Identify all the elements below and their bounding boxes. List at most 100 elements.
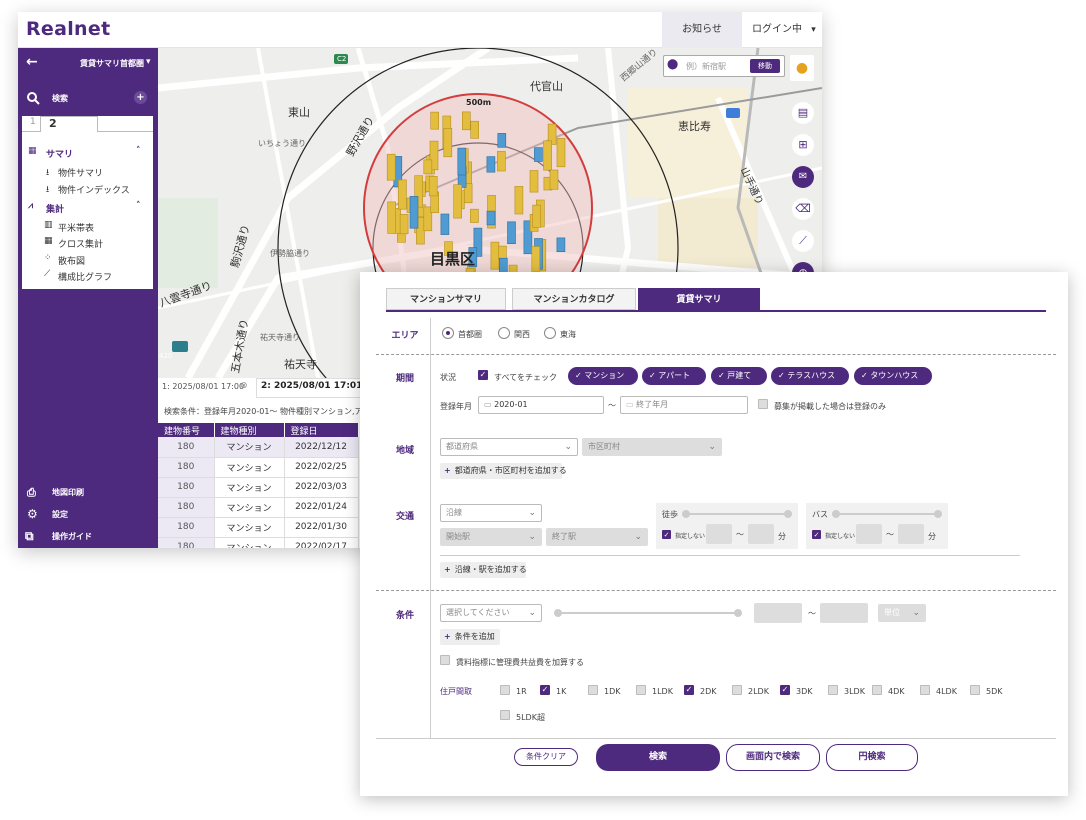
circle-search-button[interactable]: 円検索 (826, 744, 918, 771)
area-radio-tokai[interactable] (544, 327, 556, 339)
ruler-icon[interactable]: ⟋ (792, 230, 814, 252)
menu-item-agg-1[interactable]: クロス集計 (58, 237, 103, 250)
menu-item-summary-0[interactable]: 物件サマリ (58, 166, 103, 179)
mini-tab-2[interactable]: 2 (40, 116, 98, 132)
table-row[interactable]: 180 マンション 2022/01/30 (158, 517, 359, 538)
cond-unit-select[interactable]: 単位 ⌄ (878, 604, 926, 622)
bus-slider-handle[interactable] (832, 510, 840, 518)
reg-from-input[interactable]: ▭ 2020-01 (478, 396, 604, 414)
add-cond-button[interactable]: + 条件を追加 (440, 629, 500, 645)
add-region-button[interactable]: + 都道府県・市区町村を追加する (440, 463, 567, 479)
screen-search-button[interactable]: 画面内で検索 (726, 744, 820, 771)
search-button[interactable]: 検索 (596, 744, 720, 771)
type-pill-house[interactable]: ✓ 戸建て (711, 367, 767, 385)
walk-slider-track[interactable] (684, 513, 788, 515)
walk-no-limit-checkbox[interactable]: ✓ (662, 530, 671, 539)
street-view-icon[interactable]: ● (790, 55, 814, 81)
city-select[interactable]: 市区町村 ⌄ (582, 438, 722, 456)
cond-slider-handle[interactable] (734, 609, 742, 617)
layout-checkbox[interactable] (872, 685, 882, 695)
result-tab-1[interactable]: 1: 2025/08/01 17:00 (162, 382, 244, 391)
walk-min-input[interactable] (706, 524, 732, 544)
type-pill-mansion[interactable]: ✓ マンション (568, 367, 638, 385)
chevron-up-icon[interactable]: ˄ (136, 146, 141, 156)
tab-mansion-catalog[interactable]: マンションカタログ (512, 288, 636, 310)
plus-icon[interactable]: + (134, 91, 147, 104)
reg-to-input[interactable]: ▭ 終了年月 (620, 396, 748, 414)
table-row[interactable]: 180 マンション 2022/12/12 (158, 437, 359, 458)
cond-slider-track[interactable] (558, 612, 738, 614)
layout-checkbox[interactable] (920, 685, 930, 695)
clear-button[interactable]: 条件クリア (514, 748, 578, 766)
bus-max-input[interactable] (898, 524, 924, 544)
line-select[interactable]: 沿線 ⌄ (440, 504, 542, 522)
tab-mansion-summary[interactable]: マンションサマリ (386, 288, 506, 310)
close-icon[interactable]: ⊗ (240, 381, 248, 391)
layout-checkbox[interactable]: ✓ (540, 685, 550, 695)
cond-select[interactable]: 選択してください ⌄ (440, 604, 542, 622)
result-tab-2[interactable]: 2: 2025/08/01 17:01 (256, 378, 368, 398)
menu-item-agg-0[interactable]: 平米帯表 (58, 221, 94, 234)
layout-checkbox[interactable] (636, 685, 646, 695)
layout-checkbox[interactable]: ✓ (684, 685, 694, 695)
sidebar-item-print[interactable]: ⎙ 地図印刷 (18, 486, 158, 502)
layout-checkbox[interactable] (500, 685, 510, 695)
menu-item-agg-2[interactable]: 散布図 (58, 254, 85, 267)
map-search-button[interactable]: 移動 (750, 59, 780, 73)
walk-slider-handle[interactable] (784, 510, 792, 518)
area-radio-kansai[interactable] (498, 327, 510, 339)
bus-slider-handle[interactable] (934, 510, 942, 518)
menu-item-summary-1[interactable]: 物件インデックス (58, 183, 130, 196)
area-radio-shutoken[interactable] (442, 327, 454, 339)
chevron-down-icon[interactable]: ▾ (146, 57, 151, 67)
layout-checkbox[interactable] (828, 685, 838, 695)
include-fee-checkbox[interactable] (440, 655, 450, 665)
check-all-checkbox[interactable]: ✓ (478, 370, 488, 380)
type-pill-terrace[interactable]: ✓ テラスハウス (771, 367, 849, 385)
layout-checkbox[interactable]: ✓ (780, 685, 790, 695)
add-line-button[interactable]: + 沿線・駅を追加する (440, 562, 527, 578)
reg-only-checkbox[interactable] (758, 399, 768, 409)
prefecture-select[interactable]: 都道府県 ⌄ (440, 438, 578, 456)
map-search-box[interactable]: ⬤ 例）新宿駅 移動 (663, 55, 785, 77)
tab-rental-summary[interactable]: 賃貸サマリ (638, 288, 760, 310)
back-arrow-icon[interactable]: ← (26, 54, 38, 70)
bus-slider-track[interactable] (834, 513, 938, 515)
start-station-select[interactable]: 開始駅 ⌄ (440, 528, 542, 546)
comment-icon[interactable]: ✉ (792, 166, 814, 188)
chevron-up-icon[interactable]: ˄ (136, 201, 141, 211)
layers-icon[interactable]: ▤ (792, 102, 814, 124)
walk-slider-handle[interactable] (682, 510, 690, 518)
layout-checkbox[interactable] (500, 710, 510, 720)
type-pill-townhouse[interactable]: ✓ タウンハウス (854, 367, 932, 385)
cond-min-input[interactable] (754, 603, 802, 623)
menu-item-agg-3[interactable]: 構成比グラフ (58, 270, 112, 283)
sidebar-item-search[interactable]: 検索 + (18, 91, 158, 110)
table-row[interactable]: 180 マンション 2022/03/03 (158, 477, 359, 498)
sidebar-item-guide[interactable]: ⧉ 操作ガイド (18, 529, 158, 546)
map-mode-icon[interactable]: ⊞ (792, 134, 814, 156)
map-search-input[interactable]: 例）新宿駅 (686, 61, 726, 72)
mini-tab-1[interactable]: 1 (30, 117, 36, 127)
layout-checkbox[interactable] (732, 685, 742, 695)
type-pill-apart[interactable]: ✓ アパート (642, 367, 706, 385)
eraser-icon[interactable]: ⌫ (792, 198, 814, 220)
end-station-select[interactable]: 終了駅 ⌄ (546, 528, 648, 546)
table-row[interactable]: 180 マンション 2022/02/25 (158, 457, 359, 478)
cond-slider-handle[interactable] (554, 609, 562, 617)
sidebar-item-settings[interactable]: ⚙ 設定 (18, 507, 158, 524)
login-menu[interactable]: ログイン中 ▾ (742, 12, 822, 48)
cond-max-input[interactable] (820, 603, 868, 623)
column-header[interactable]: 登録日 (284, 423, 359, 437)
layout-checkbox[interactable] (588, 685, 598, 695)
table-row[interactable]: 180マンション2022/02/17 (158, 537, 359, 548)
breadcrumb[interactable]: 賃貸サマリ首都圏 (80, 58, 144, 69)
bus-min-input[interactable] (856, 524, 882, 544)
table-row[interactable]: 180 マンション 2022/01/24 (158, 497, 359, 518)
walk-max-input[interactable] (748, 524, 774, 544)
layout-checkbox[interactable] (970, 685, 980, 695)
bus-no-limit-checkbox[interactable]: ✓ (812, 530, 821, 539)
column-header[interactable]: 建物種別 (214, 423, 285, 437)
column-header[interactable]: 建物番号 (158, 423, 215, 437)
news-button[interactable]: お知らせ (662, 12, 742, 48)
